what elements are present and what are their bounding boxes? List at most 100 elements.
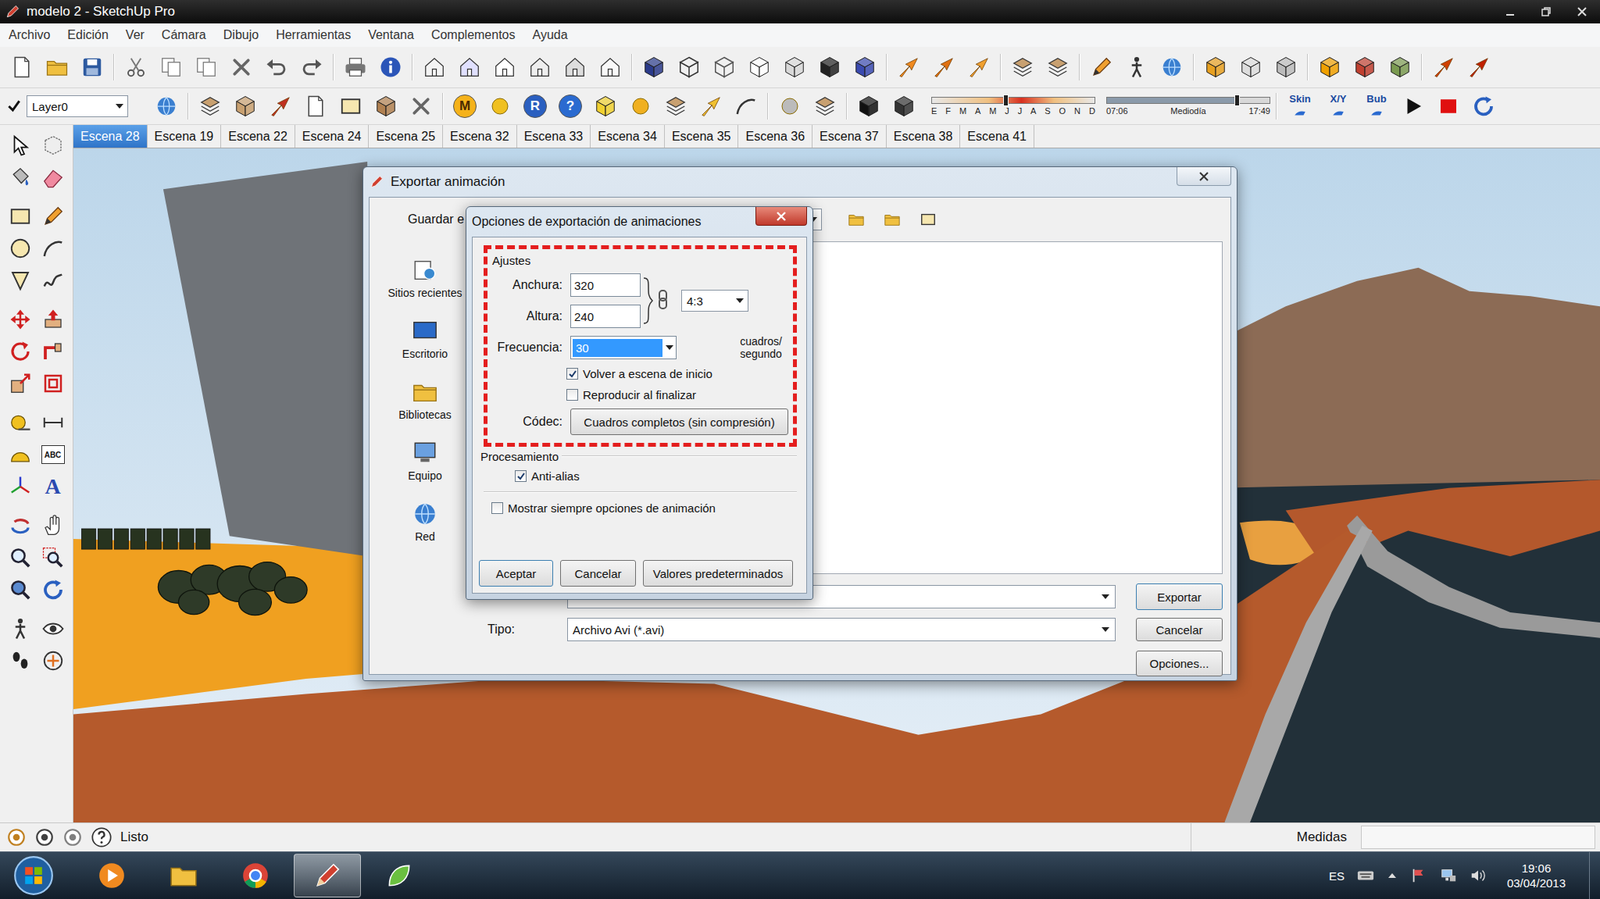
toolbar-button[interactable] xyxy=(888,90,920,122)
tool-button[interactable] xyxy=(4,335,36,368)
scene-tab[interactable]: Escena 28 xyxy=(73,125,148,148)
toolbar-button[interactable] xyxy=(814,51,846,83)
taskbar-app[interactable] xyxy=(365,853,433,898)
tool-button[interactable] xyxy=(37,542,69,574)
options-button[interactable]: Opciones... xyxy=(1135,650,1223,677)
tool-button[interactable] xyxy=(4,200,36,233)
toolbar-button[interactable] xyxy=(225,51,258,83)
tool-button[interactable] xyxy=(37,335,69,368)
tool-button[interactable]: ABC xyxy=(37,439,69,471)
toolbar-button[interactable]: ? xyxy=(554,90,586,122)
scene-tab[interactable]: Escena 32 xyxy=(442,125,518,148)
toolbar-button[interactable] xyxy=(190,51,222,83)
toolbar-button[interactable] xyxy=(1200,51,1232,83)
toolbar-button[interactable] xyxy=(594,51,626,83)
checkbox-row[interactable]: Reproducir al finalizar xyxy=(492,384,789,406)
tool-button[interactable] xyxy=(37,613,69,645)
toolbar-button[interactable] xyxy=(524,51,556,83)
toolbar-button[interactable] xyxy=(1467,90,1500,122)
toolbar-button[interactable] xyxy=(1042,51,1074,83)
codec-button[interactable]: Cuadros completos (sin compresión) xyxy=(570,408,789,436)
accept-button[interactable]: Aceptar xyxy=(478,560,554,587)
start-button[interactable] xyxy=(9,853,58,898)
toolbar-button[interactable] xyxy=(260,51,293,83)
place-item[interactable]: Escritorio xyxy=(378,308,472,370)
minimize-button[interactable] xyxy=(1492,0,1529,24)
status-indicator-icon[interactable] xyxy=(6,827,27,848)
clock[interactable]: 19:0603/04/2013 xyxy=(1507,860,1566,892)
menu-item[interactable]: Herramientas xyxy=(267,28,360,43)
checkbox[interactable] xyxy=(514,470,527,483)
status-indicator-icon[interactable] xyxy=(62,827,83,848)
menu-item[interactable]: Edición xyxy=(58,28,117,43)
scene-tab[interactable]: Escena 36 xyxy=(738,125,813,148)
toolbar-button[interactable]: R xyxy=(519,90,551,122)
tool-button[interactable] xyxy=(4,471,36,503)
toolbar-button[interactable] xyxy=(1235,51,1267,83)
taskbar-app[interactable] xyxy=(221,853,290,898)
scene-tab[interactable]: Escena 38 xyxy=(886,125,961,148)
tool-button[interactable] xyxy=(4,264,36,297)
export-button[interactable]: Exportar xyxy=(1135,583,1223,611)
toolbar-button[interactable] xyxy=(339,51,372,83)
toolbar-button[interactable] xyxy=(489,51,521,83)
toolbar-button[interactable] xyxy=(730,90,762,122)
checkbox[interactable] xyxy=(566,367,579,380)
taskbar-app[interactable] xyxy=(150,853,218,898)
measurements-field[interactable] xyxy=(1360,825,1596,850)
close-button[interactable] xyxy=(755,207,808,226)
view-menu-button[interactable] xyxy=(912,203,944,236)
menu-item[interactable]: Complementos xyxy=(422,28,525,43)
toolbar-button[interactable] xyxy=(194,90,226,122)
toolbar-button[interactable] xyxy=(673,51,705,83)
tool-button[interactable] xyxy=(4,407,36,439)
toolbar-button[interactable] xyxy=(120,51,152,83)
tool-button[interactable] xyxy=(4,161,36,193)
help-icon[interactable] xyxy=(90,826,113,849)
tool-button[interactable] xyxy=(37,367,69,400)
tool-button[interactable] xyxy=(37,407,69,439)
toolbar-button[interactable] xyxy=(1270,51,1302,83)
place-item[interactable]: Sitios recientes xyxy=(378,247,472,309)
toolbar-button[interactable] xyxy=(1007,51,1039,83)
defaults-button[interactable]: Valores predeterminados xyxy=(642,560,793,587)
close-button[interactable] xyxy=(1176,167,1232,186)
status-indicator-icon[interactable] xyxy=(34,827,55,848)
tool-button[interactable] xyxy=(4,129,36,161)
place-item[interactable]: Equipo xyxy=(378,430,472,492)
toolbar-button[interactable] xyxy=(155,51,187,83)
tool-button[interactable]: A xyxy=(37,471,69,503)
toolbar-button[interactable] xyxy=(660,90,692,122)
time-slider-thumb[interactable] xyxy=(1234,94,1240,107)
toolbar-button[interactable] xyxy=(743,51,775,83)
flag-icon[interactable] xyxy=(1410,867,1428,885)
toolbar-button[interactable] xyxy=(335,90,367,122)
toolbar-button[interactable] xyxy=(1384,51,1416,83)
toolbar-button[interactable]: M xyxy=(449,90,481,122)
volume-icon[interactable] xyxy=(1469,867,1487,885)
toolbar-button[interactable] xyxy=(229,90,261,122)
menu-item[interactable]: Archivo xyxy=(0,28,59,43)
toolbar-button[interactable] xyxy=(625,90,657,122)
always-show-row[interactable]: Mostrar siempre opciones de animación xyxy=(483,497,797,519)
height-input[interactable]: 240 xyxy=(570,304,641,329)
toolbar-button[interactable] xyxy=(849,51,881,83)
up-folder-button[interactable] xyxy=(840,203,872,236)
toolbar-button[interactable] xyxy=(370,90,402,122)
toolbar-button[interactable] xyxy=(41,51,73,83)
plugin-button[interactable]: X/Y xyxy=(1321,93,1356,119)
tool-button[interactable] xyxy=(4,542,36,574)
play-button[interactable] xyxy=(1397,90,1429,122)
antialias-row[interactable]: Anti-alias xyxy=(483,465,797,487)
network-icon[interactable] xyxy=(1439,867,1458,885)
tool-button[interactable] xyxy=(37,129,69,161)
toolbar-button[interactable] xyxy=(1349,51,1381,83)
date-slider[interactable] xyxy=(931,96,1096,104)
menu-item[interactable]: Cámara xyxy=(153,28,215,43)
tool-button[interactable] xyxy=(4,574,36,606)
link-icon[interactable] xyxy=(640,273,675,329)
toolbar-button[interactable] xyxy=(1156,51,1188,83)
time-slider[interactable] xyxy=(1106,96,1271,104)
checkbox-row[interactable]: Volver a escena de inicio xyxy=(492,363,789,385)
tool-button[interactable] xyxy=(37,303,69,336)
